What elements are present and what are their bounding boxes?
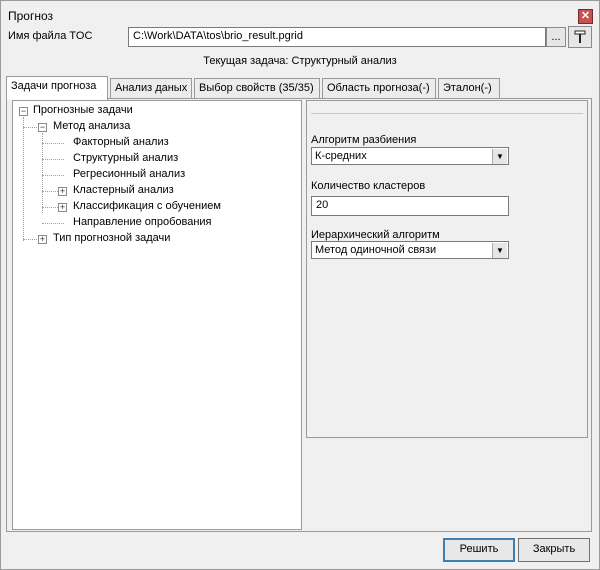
tab-forecast-area[interactable]: Область прогноза(-) [322, 78, 436, 98]
pin-icon [574, 30, 586, 43]
chevron-down-icon[interactable]: ▼ [492, 243, 507, 258]
partition-algorithm-label: Алгоритм разбиения [311, 134, 417, 146]
tree-node-forecast-tasks[interactable]: Прогнозные задачи [33, 104, 133, 116]
task-tree[interactable]: − Прогнозные задачи − Метод анализа Факт… [12, 100, 302, 530]
tree-node-analysis-method[interactable]: Метод анализа [53, 120, 130, 132]
tree-expand-icon[interactable]: + [58, 187, 67, 196]
tab-property-selection[interactable]: Выбор свойств (35/35) [194, 78, 320, 98]
tree-node-regression-analysis[interactable]: Регресионный анализ [73, 168, 185, 180]
hierarchical-algorithm-select[interactable]: Метод одиночной связи ▼ [311, 241, 509, 259]
hierarchical-algorithm-value: Метод одиночной связи [315, 244, 437, 256]
solve-button[interactable]: Решить [443, 538, 515, 562]
window-title: Прогноз [8, 9, 54, 23]
tree-node-factor-analysis[interactable]: Факторный анализ [73, 136, 169, 148]
tab-reference[interactable]: Эталон(-) [438, 78, 500, 98]
close-icon[interactable]: ✕ [578, 9, 593, 24]
tree-collapse-icon[interactable]: − [38, 123, 47, 132]
tree-node-structural-analysis[interactable]: Структурный анализ [73, 152, 178, 164]
cluster-count-label: Количество кластеров [311, 180, 426, 192]
properties-panel: Алгоритм разбиения К-средних ▼ Количеств… [306, 100, 588, 438]
browse-button[interactable]: ... [546, 27, 566, 47]
tree-expand-icon[interactable]: + [58, 203, 67, 212]
tree-node-supervised-classification[interactable]: Классификация с обучением [73, 200, 221, 212]
file-path-field[interactable]: C:\Work\DATA\tos\brio_result.pgrid [128, 27, 546, 47]
close-button[interactable]: Закрыть [518, 538, 590, 562]
pin-button[interactable] [568, 26, 592, 48]
tree-expand-icon[interactable]: + [38, 235, 47, 244]
tab-data-analysis[interactable]: Анализ даных [110, 78, 192, 98]
partition-algorithm-select[interactable]: К-средних ▼ [311, 147, 509, 165]
tab-forecast-tasks[interactable]: Задачи прогноза [6, 76, 108, 100]
tree-node-sampling-direction[interactable]: Направление опробования [73, 216, 212, 228]
cluster-count-input[interactable]: 20 [311, 196, 509, 216]
chevron-down-icon[interactable]: ▼ [492, 149, 507, 164]
partition-algorithm-value: К-средних [315, 150, 367, 162]
tree-collapse-icon[interactable]: − [19, 107, 28, 116]
file-label: Имя файла TOC [8, 30, 93, 42]
current-task-label: Текущая задача: Структурный анализ [203, 55, 397, 67]
tree-node-forecast-type[interactable]: Тип прогнозной задачи [53, 232, 170, 244]
tree-node-cluster-analysis[interactable]: Кластерный анализ [73, 184, 174, 196]
hierarchical-algorithm-label: Иерархический алгоритм [311, 229, 440, 241]
